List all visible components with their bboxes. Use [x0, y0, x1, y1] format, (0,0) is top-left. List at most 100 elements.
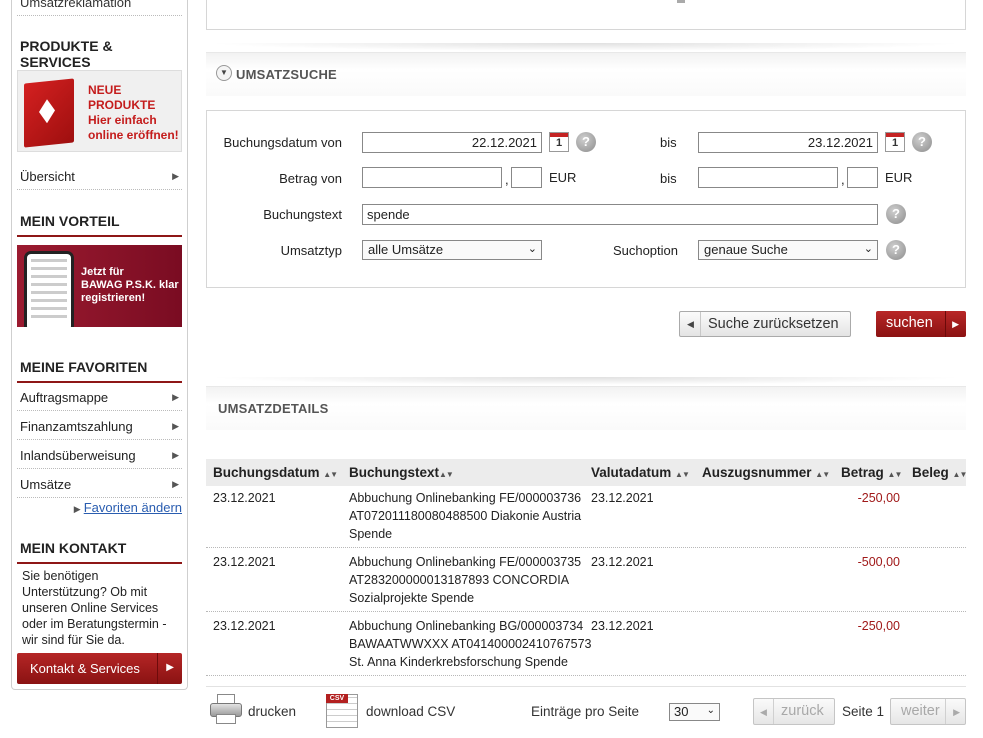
- sort-icon: ▲▼: [439, 470, 454, 479]
- column-header-buchungstext[interactable]: Buchungstext▲▼: [349, 465, 454, 480]
- sidebar-item-auftragsmappe[interactable]: Auftragsmappe ▶: [17, 383, 182, 411]
- help-icon[interactable]: ?: [576, 132, 596, 152]
- comma-label: ,: [505, 172, 509, 187]
- column-header-auszugsnummer[interactable]: Auszugsnummer ▲▼: [702, 465, 830, 480]
- table-row[interactable]: 23.12.2021 Abbuchung Onlinebanking FE/00…: [206, 550, 966, 612]
- banner-line: online eröffnen!: [88, 128, 179, 142]
- arrow-right-icon: ▶: [172, 479, 179, 489]
- help-icon[interactable]: ?: [886, 240, 906, 260]
- banner-line: registrieren!: [81, 292, 146, 304]
- download-csv-link[interactable]: download CSV: [366, 704, 455, 719]
- favoriten-aendern-link[interactable]: Favoriten ändern: [84, 500, 182, 515]
- collapse-toggle-icon[interactable]: ▼: [216, 65, 232, 81]
- sidebar-item-umsatzreklamation[interactable]: Umsatzreklamation: [17, 0, 182, 16]
- print-link[interactable]: drucken: [248, 704, 296, 719]
- sidebar-item-label: Inlandsüberweisung: [20, 448, 136, 463]
- umsatztyp-value: alle Umsätze: [368, 242, 444, 257]
- column-header-beleg[interactable]: Beleg ▲▼: [912, 465, 968, 480]
- calendar-day: 1: [891, 137, 899, 149]
- arrow-left-icon: ◀: [687, 319, 694, 329]
- buchungsdatum-von-label: Buchungsdatum von: [223, 135, 342, 150]
- sort-icon: ▲▼: [952, 470, 968, 479]
- cell-buchungstext-line: AT283200000013187893 CONCORDIA: [349, 573, 570, 587]
- table-header: Buchungsdatum ▲▼ Buchungstext▲▼ Valutada…: [206, 459, 968, 486]
- cell-buchungstext-line: Sozialprojekte Spende: [349, 591, 475, 605]
- betrag-von-input[interactable]: [362, 167, 502, 188]
- next-button[interactable]: weiter ▶: [890, 698, 966, 725]
- sidebar-item-label: Umsatzreklamation: [20, 0, 132, 10]
- help-icon[interactable]: ?: [886, 204, 906, 224]
- buchungstext-input[interactable]: [362, 204, 878, 225]
- betrag-von-label: Betrag von: [279, 171, 342, 186]
- suchoption-value: genaue Suche: [704, 242, 788, 257]
- arrow-right-icon: ▶: [172, 392, 179, 402]
- umsatzdetails-header: UMSATZDETAILS: [206, 377, 966, 430]
- calendar-icon[interactable]: 1: [885, 132, 905, 152]
- cell-buchungstext-line: Spende: [349, 527, 393, 541]
- betrag-bis-cents-input[interactable]: [847, 167, 878, 188]
- bis-label: bis: [660, 135, 677, 150]
- column-header-buchungsdatum[interactable]: Buchungsdatum ▲▼: [213, 465, 338, 480]
- column-header-betrag[interactable]: Betrag ▲▼: [841, 465, 902, 480]
- currency-label: EUR: [885, 170, 913, 185]
- sidebar-item-umsaetze[interactable]: Umsätze ▶: [17, 470, 182, 498]
- cell-buchungstext-line: Abbuchung Onlinebanking FE/000003735: [349, 555, 582, 569]
- sidebar-item-label: Finanzamtszahlung: [20, 419, 133, 434]
- arrow-right-icon: ▶: [952, 319, 959, 329]
- arrow-right-icon: ▶: [73, 504, 81, 514]
- sidebar-item-uebersicht[interactable]: Übersicht ▶: [17, 162, 182, 190]
- umsatzdetails-title: UMSATZDETAILS: [218, 401, 329, 416]
- suchoption-select[interactable]: genaue Suche ⌄: [698, 240, 878, 260]
- sidebar-item-label: Umsätze: [20, 477, 72, 492]
- arrow-right-icon: ▶: [172, 421, 179, 431]
- column-header-valutadatum[interactable]: Valutadatum ▲▼: [591, 465, 690, 480]
- table-row[interactable]: 23.12.2021 Abbuchung Onlinebanking FE/00…: [206, 486, 966, 548]
- bis-label: bis: [660, 171, 677, 186]
- back-button[interactable]: ◀ zurück: [753, 698, 835, 725]
- cell-buchungsdatum: 23.12.2021: [213, 491, 276, 505]
- betrag-bis-input[interactable]: [698, 167, 838, 188]
- banner-line: NEUE: [88, 83, 122, 97]
- search-button[interactable]: suchen ▶: [876, 311, 966, 337]
- umsatztyp-select[interactable]: alle Umsätze ⌄: [362, 240, 542, 260]
- help-icon[interactable]: ?: [912, 132, 932, 152]
- umsatzsuche-title: UMSATZSUCHE: [236, 67, 337, 82]
- calendar-icon[interactable]: 1: [549, 132, 569, 152]
- kontakt-services-button[interactable]: Kontakt & Services ▶: [17, 653, 182, 684]
- table-row[interactable]: 23.12.2021 Abbuchung Onlinebanking BG/00…: [206, 614, 966, 676]
- csv-tag: CSV: [326, 694, 348, 703]
- reset-search-button[interactable]: ◀ Suche zurücksetzen: [679, 311, 851, 337]
- banner-line: BAWAG P.S.K. klar: [81, 279, 179, 291]
- cell-buchungstext-line: St. Anna Kinderkrebsforschung Spende: [349, 655, 568, 669]
- sidebar-item-finanzamtszahlung[interactable]: Finanzamtszahlung ▶: [17, 412, 182, 440]
- csv-icon[interactable]: CSV: [326, 694, 358, 728]
- cell-buchungstext-line: Abbuchung Onlinebanking BG/000003734: [349, 619, 584, 633]
- cell-buchungsdatum: 23.12.2021: [213, 555, 276, 569]
- sort-icon: ▲▼: [675, 470, 690, 479]
- kontakt-heading: MEIN KONTAKT: [17, 540, 182, 564]
- buchungsdatum-bis-input[interactable]: [698, 132, 878, 153]
- cell-valutadatum: 23.12.2021: [591, 555, 654, 569]
- chevron-down-icon: ⌄: [706, 705, 715, 716]
- previous-panel: [206, 0, 966, 30]
- sidebar-item-inlandsueberweisung[interactable]: Inlandsüberweisung ▶: [17, 441, 182, 469]
- suchoption-label: Suchoption: [612, 243, 678, 258]
- arrow-right-icon: ▶: [172, 171, 179, 181]
- smartphone-icon: [24, 251, 74, 327]
- bawag-register-banner[interactable]: Jetzt für BAWAG P.S.K. klar registrieren…: [17, 245, 182, 327]
- betrag-von-cents-input[interactable]: [511, 167, 542, 188]
- chevron-down-icon: ⌄: [863, 243, 873, 255]
- page-indicator: Seite 1: [842, 704, 885, 719]
- banner-line: PRODUKTE: [88, 98, 156, 112]
- neue-produkte-banner[interactable]: NEUE PRODUKTE Hier einfach online eröffn…: [17, 70, 182, 152]
- arrow-right-icon: ▶: [953, 707, 960, 717]
- buchungsdatum-von-input[interactable]: [362, 132, 542, 153]
- button-label: zurück: [781, 703, 824, 719]
- arrow-right-icon: ▶: [172, 450, 179, 460]
- favoriten-aendern-row: ▶ Favoriten ändern: [17, 500, 182, 515]
- printer-icon[interactable]: [210, 694, 242, 726]
- umsatztyp-label: Umsatztyp: [280, 243, 342, 258]
- entries-per-page-select[interactable]: 30 ⌄: [669, 703, 720, 721]
- sidebar-item-label: Auftragsmappe: [20, 390, 109, 405]
- sidebar-item-label: Übersicht: [20, 169, 75, 184]
